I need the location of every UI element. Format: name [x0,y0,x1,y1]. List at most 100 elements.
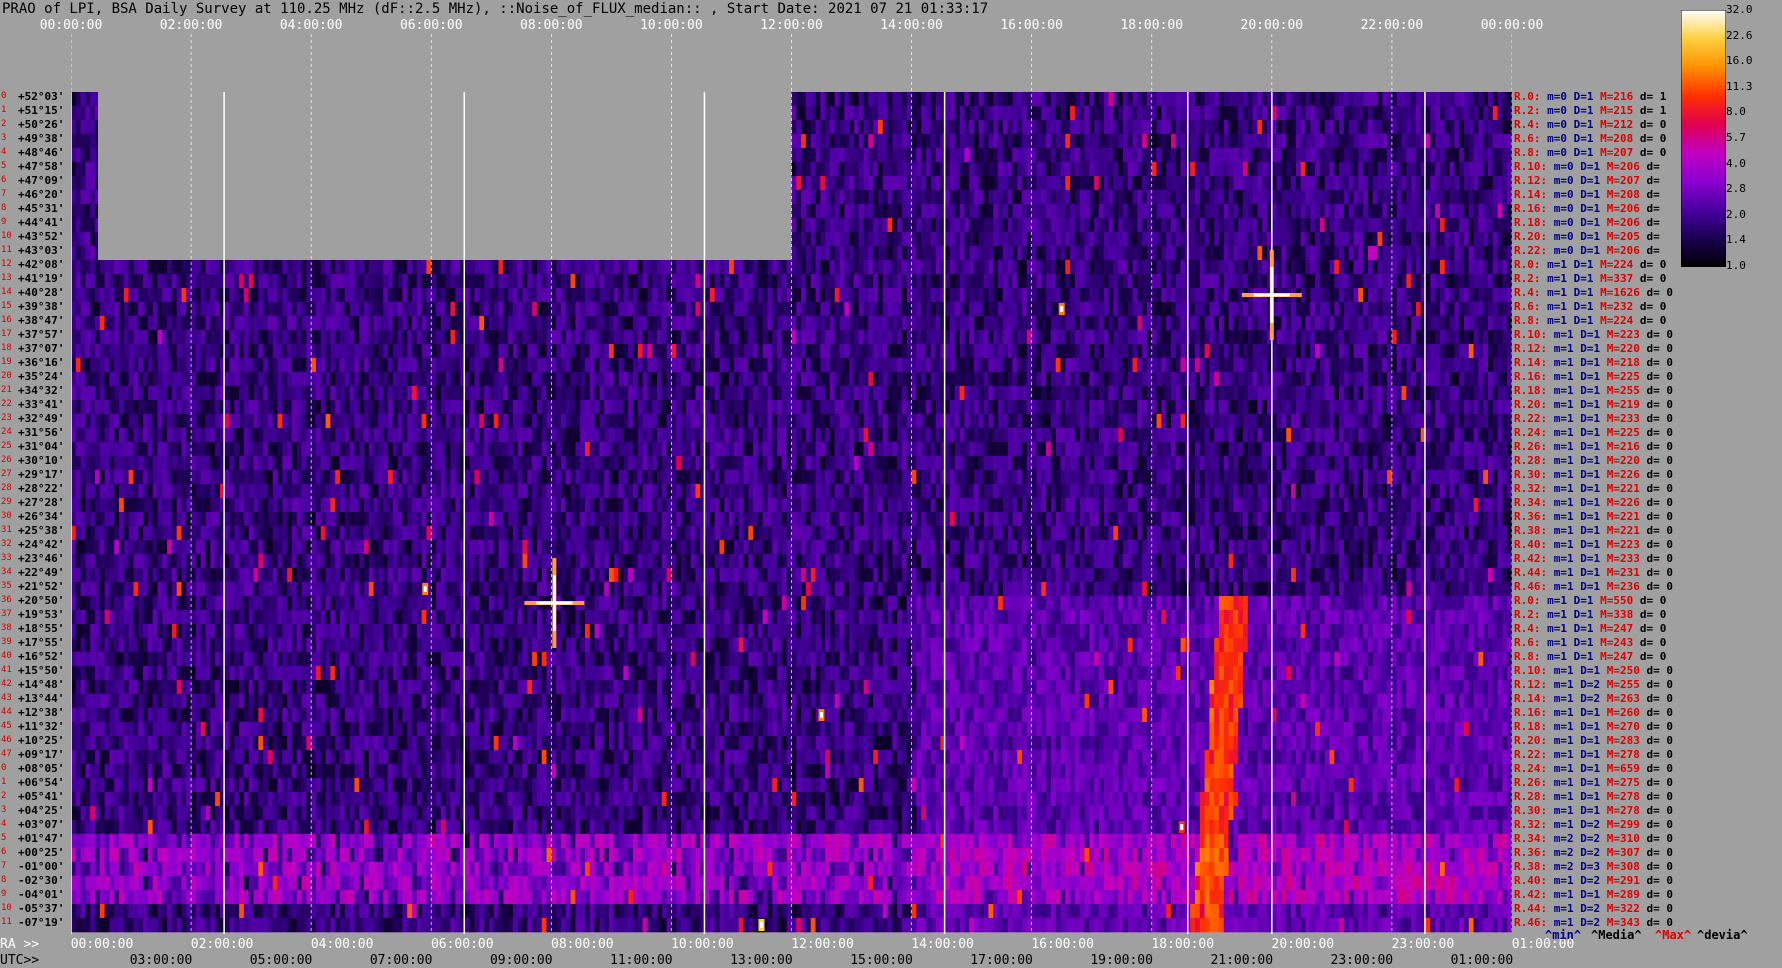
heatmap-plot[interactable] [71,34,1512,934]
row-stat-14-field-3: M=1626 [1593,286,1640,299]
row-stat-35-field-1: m=1 [1547,580,1574,593]
dec-label-35: +21°52' [18,580,65,593]
dec-label-26: +30°10' [18,454,65,467]
masked-region-0 [98,92,792,260]
row-stat-8-field-0: R.16: [1514,202,1548,215]
row-stat-29-field-0: R.34: [1514,496,1548,509]
row-stat-22-field-2: D=1 [1573,398,1601,411]
row-stat-43-field-3: M=263 [1600,692,1640,705]
row-stat-46-field-2: D=1 [1573,734,1601,747]
dec-label-36: +20°50' [18,594,65,607]
colorbar-tick-3: 11.3 [1726,79,1753,93]
colorbar-gradient [1681,10,1726,267]
row-stat-13-field-4: d= 0 [1633,272,1667,285]
dec-label-44: +12°38' [18,706,65,719]
row-index-39: 39 [1,637,12,647]
row-stat-42-field-4: d= 0 [1639,678,1673,691]
row-stat-30-field-2: D=1 [1573,510,1601,523]
top-tick-10: 20:00:00 [1240,18,1304,33]
row-stat-14-field-0: R.4: [1514,286,1541,299]
row-stat-37-field-4: d= 0 [1633,608,1667,621]
dec-label-8: +45°31' [18,202,65,215]
source-2 [422,583,429,595]
row-stat-8-field-3: M=206 [1600,202,1640,215]
top-tick-11: 22:00:00 [1360,18,1424,33]
dec-label-51: +04°25' [18,804,65,817]
utc-tick-1: 05:00:00 [249,953,313,968]
row-index-25: 25 [1,441,12,451]
row-stat-20-field-2: D=1 [1573,370,1601,383]
row-stat-39-field-4: d= 0 [1633,636,1667,649]
row-stat-12-field-4: d= 0 [1633,258,1667,271]
colorbar-tick-6: 4.0 [1726,156,1746,170]
dec-label-30: +26°34' [18,510,65,523]
dec-label-0: +52°03' [18,90,65,103]
dec-label-37: +19°53' [18,608,65,621]
row-stat-38-field-2: D=1 [1567,622,1594,635]
row-stat-49-field-3: M=275 [1600,776,1640,789]
dec-label-9: +44°41' [18,216,65,229]
row-index-18: 18 [1,343,12,353]
colorbar-tick-1: 22.6 [1726,28,1753,42]
row-stat-55-field-1: m=2 [1547,860,1574,873]
row-stat-19-field-1: m=1 [1547,356,1574,369]
row-stat-24-field-2: D=1 [1573,426,1601,439]
stat-legend-3: ^devia^ [1697,928,1748,942]
row-stat-35-field-2: D=1 [1573,580,1601,593]
top-tick-1: 02:00:00 [159,18,223,33]
row-stat-38-field-3: M=247 [1593,622,1634,635]
row-stat-10-field-3: M=205 [1600,230,1640,243]
row-stat-17-field-4: d= 0 [1639,328,1673,341]
row-stat-19-field-2: D=1 [1573,356,1601,369]
row-stat-7-field-4: d= [1639,188,1660,201]
dec-label-29: +27°28' [18,496,65,509]
row-index-26: 26 [1,455,12,465]
row-stat-39-field-1: m=1 [1540,636,1567,649]
row-stat-3-field-0: R.6: [1514,132,1541,145]
row-stat-38-field-0: R.4: [1514,622,1541,635]
row-stat-21-field-3: M=255 [1600,384,1640,397]
row-stat-51-field-3: M=278 [1600,804,1640,817]
utc-tick-2: 07:00:00 [369,953,433,968]
row-stat-40-field-2: D=1 [1567,650,1594,663]
row-stat-54-field-4: d= 0 [1639,846,1673,859]
row-stat-11-field-0: R.22: [1514,244,1548,257]
row-stat-31-field-1: m=1 [1547,524,1574,537]
dec-label-45: +11°32' [18,720,65,733]
row-index-42: 42 [1,679,12,689]
row-index-30: 30 [1,511,12,521]
row-stat-54-field-2: D=2 [1573,846,1601,859]
row-stat-55-field-4: d= 0 [1639,860,1673,873]
row-stat-32-field-4: d= 0 [1639,538,1673,551]
row-stat-40-field-0: R.8: [1514,650,1541,663]
ra-tick-1: 02:00:00 [190,937,254,952]
dec-label-47: +09°17' [18,748,65,761]
dec-label-10: +43°52' [18,230,65,243]
row-stat-4: R.8: m=0 D=1 M=207 d= 0 [1514,147,1666,159]
row-index-2: 2 [1,119,7,129]
row-stat-28-field-3: M=221 [1600,482,1640,495]
row-stat-20-field-3: M=225 [1600,370,1640,383]
row-stat-2-field-2: D=1 [1567,118,1594,131]
dec-label-24: +31°56' [18,426,65,439]
row-stat-51-field-4: d= 0 [1639,804,1673,817]
row-stat-10-field-2: D=1 [1573,230,1601,243]
row-stat-24-field-4: d= 0 [1639,426,1673,439]
row-stat-6-field-1: m=0 [1547,174,1574,187]
row-stat-0-field-2: D=1 [1567,90,1594,103]
colorbar-tick-5: 5.7 [1726,131,1746,144]
row-stat-52: R.32: m=1 D=2 M=299 d= 0 [1514,819,1673,831]
row-index-37: 37 [1,609,12,619]
row-stat-10-field-1: m=0 [1547,230,1574,243]
row-stat-43-field-2: D=2 [1573,692,1601,705]
row-stat-4-field-0: R.8: [1514,146,1541,159]
row-stat-5-field-0: R.10: [1514,160,1548,173]
row-stat-31-field-2: D=1 [1573,524,1601,537]
ra-tick-3: 06:00:00 [430,937,494,952]
row-stat-16-field-0: R.8: [1514,314,1541,327]
row-stat-33-field-0: R.42: [1514,552,1548,565]
row-index-34: 34 [1,567,12,577]
row-stat-26-field-2: D=1 [1573,454,1601,467]
row-stat-47-field-0: R.22: [1514,748,1548,761]
row-stat-23-field-0: R.22: [1514,412,1548,425]
